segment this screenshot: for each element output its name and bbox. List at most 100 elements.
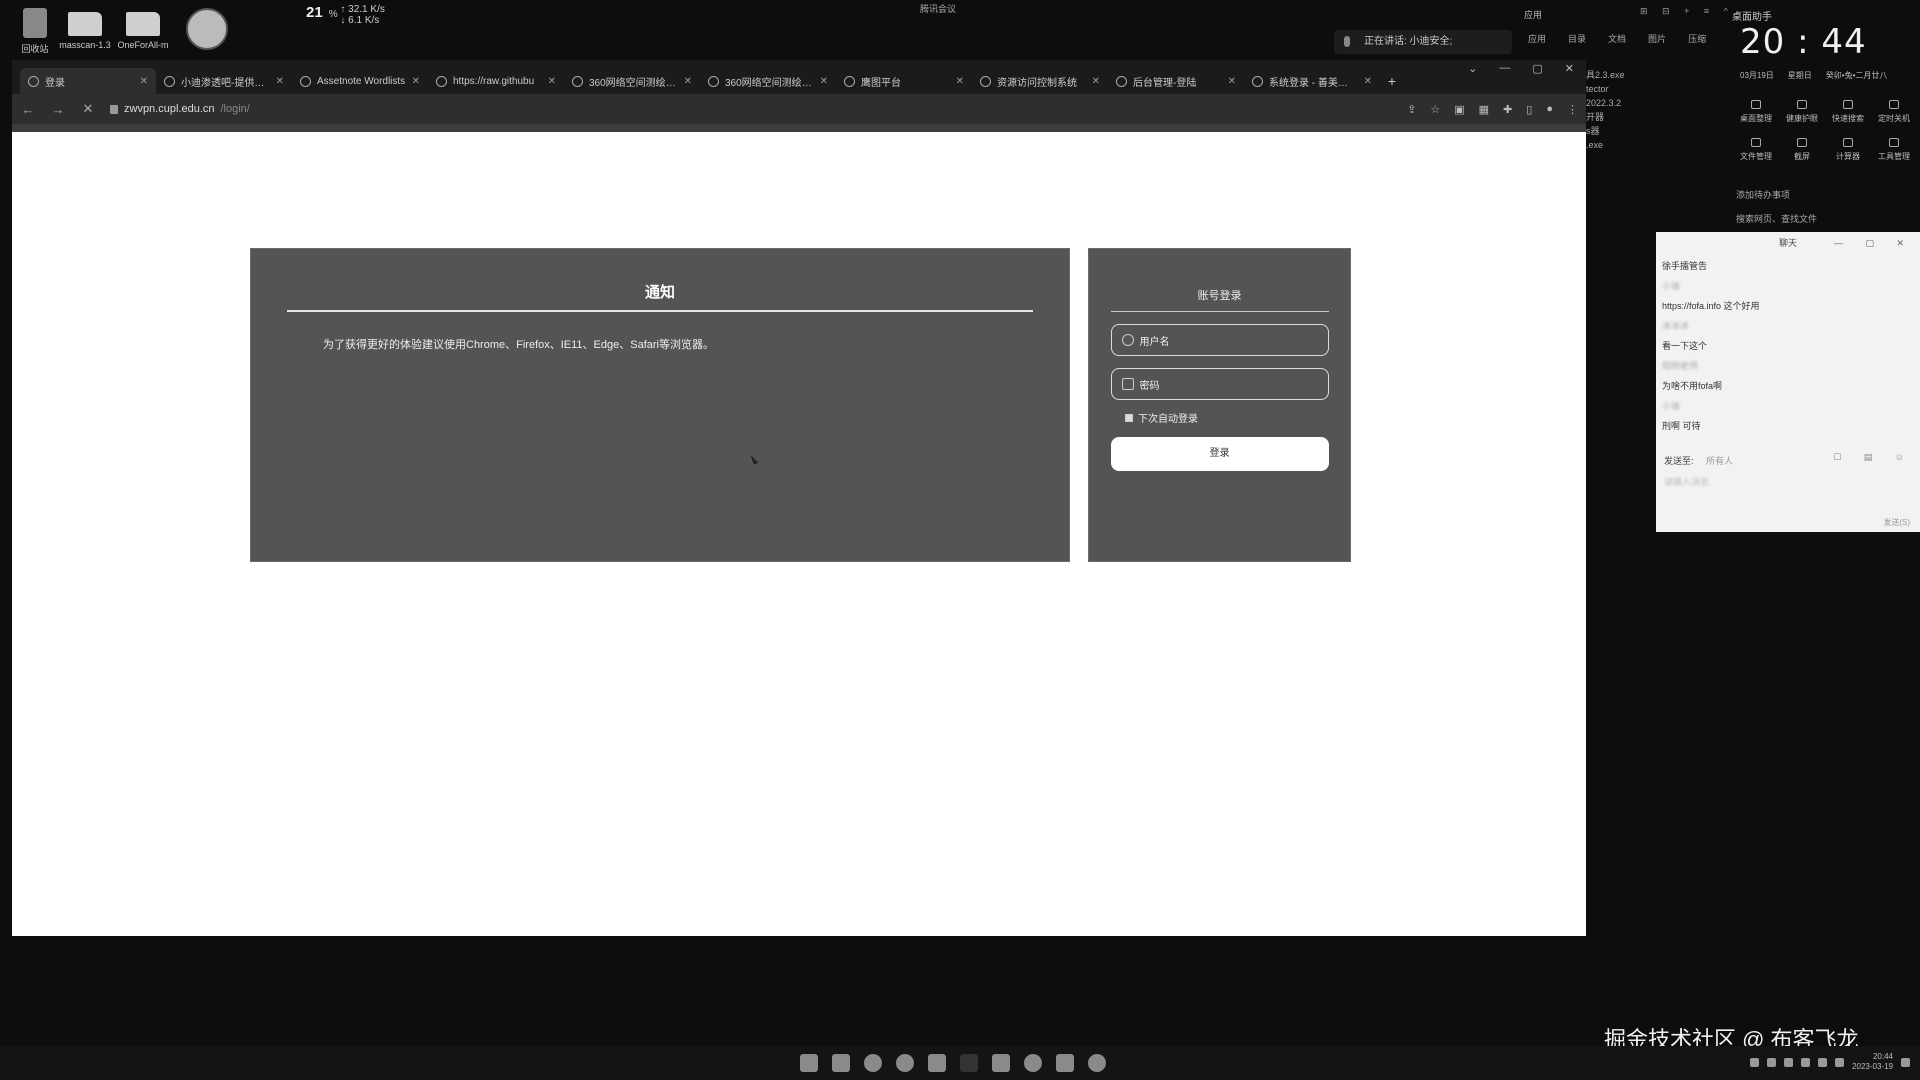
close-icon[interactable]: ✕ — [684, 76, 692, 87]
notification-icon[interactable] — [1901, 1057, 1910, 1067]
volume-icon[interactable] — [1835, 1057, 1845, 1067]
search-files-link[interactable]: 搜索网页、查找文件 — [1736, 212, 1817, 225]
close-icon[interactable]: ✕ — [1364, 76, 1372, 87]
new-tab-button[interactable]: + — [1380, 68, 1404, 94]
tool-eye-care[interactable]: 健康护眼 — [1784, 100, 1820, 124]
tab-label: 360网络空间测绘 — — [589, 77, 678, 89]
chat-message: 徐手擂管告 — [1662, 261, 1708, 271]
search-icon — [1843, 100, 1853, 109]
send-button[interactable]: 发送(S) — [1883, 517, 1910, 528]
side-line: tector — [1586, 84, 1609, 94]
photos-icon[interactable] — [992, 1054, 1010, 1072]
close-icon[interactable]: ✕ — [276, 76, 284, 87]
tray-icon[interactable] — [1784, 1057, 1794, 1067]
chat-messages: 徐手擂管告 小迪 https://fofa.info 这个好用 冰冰冰 看一下这… — [1656, 254, 1920, 438]
receiver-select[interactable]: 所有人 — [1706, 456, 1733, 466]
settings-icon[interactable] — [1088, 1054, 1106, 1072]
tab-admin-login[interactable]: 后台管理-登陆 ✕ — [1108, 68, 1244, 94]
tab-login[interactable]: 登录 ✕ — [20, 68, 156, 94]
login-button[interactable]: 登录 — [1110, 437, 1329, 471]
taskbar-clock[interactable]: 20:44 2023-03-19 — [1852, 1052, 1893, 1072]
tab-360-quake-2[interactable]: 360网络空间测绘 — ✕ — [700, 68, 836, 94]
page-icon — [300, 75, 311, 87]
extension-icon[interactable]: ▣ — [1454, 103, 1464, 116]
password-field[interactable]: 密码 — [1110, 368, 1329, 400]
category-item[interactable]: 文档 — [1608, 32, 1626, 45]
tab-system-login[interactable]: 系统登录 - 善美商城 ✕ — [1244, 68, 1380, 94]
chat-send-to[interactable]: 发送至: 所有人 请输入消息 — [1664, 454, 1733, 488]
chrome-icon[interactable] — [896, 1054, 914, 1072]
tool-quick-search[interactable]: 快速搜索 — [1830, 100, 1866, 124]
tool-calculator[interactable]: 计算器 — [1830, 138, 1866, 162]
side-line: 具2.3.exe — [1586, 70, 1625, 80]
app-icon[interactable] — [960, 1054, 978, 1072]
tab-assetnote[interactable]: Assetnote Wordlists ✕ — [292, 68, 428, 94]
forward-icon[interactable]: → — [50, 102, 66, 117]
app-icon[interactable] — [928, 1054, 946, 1072]
share-icon[interactable]: ⇪ — [1407, 103, 1416, 116]
minimize-icon[interactable]: — — [1499, 62, 1510, 75]
category-item[interactable]: 压缩 — [1688, 32, 1706, 45]
network-icon[interactable] — [1818, 1057, 1828, 1067]
chat-window-controls[interactable]: — ▢ ✕ — [1834, 232, 1914, 254]
tool-desktop-organize[interactable]: 桌面整理 — [1738, 100, 1774, 124]
close-icon[interactable]: ✕ — [1092, 76, 1100, 87]
edge-icon[interactable] — [864, 1054, 882, 1072]
tray-icon[interactable] — [1767, 1057, 1777, 1067]
tool-timed-shutdown[interactable]: 定时关机 — [1876, 100, 1912, 124]
tray-icon[interactable] — [1750, 1057, 1760, 1067]
close-icon[interactable]: ✕ — [1228, 76, 1236, 87]
oneforall-folder-icon[interactable]: OneForAll-m — [108, 8, 178, 50]
browser-icon[interactable] — [1024, 1054, 1042, 1072]
username-field[interactable]: 用户名 — [1110, 324, 1329, 356]
tab-github-raw[interactable]: https://raw.githubu ✕ — [428, 68, 564, 94]
remember-checkbox[interactable] — [1125, 413, 1133, 422]
chat-input[interactable]: 请输入消息 — [1664, 475, 1733, 488]
close-window-icon[interactable]: ✕ — [1565, 62, 1574, 75]
menu-icon[interactable]: ⋮ — [1567, 103, 1578, 116]
file-explorer-icon[interactable] — [832, 1054, 850, 1072]
qr-icon[interactable]: ▦ — [1479, 103, 1489, 116]
close-icon[interactable]: ✕ — [140, 76, 148, 87]
tool-screenshot[interactable]: 截屏 — [1784, 138, 1820, 162]
top-window-controls[interactable]: ⊞ ⊟ + ≡ ^ — [1640, 6, 1734, 17]
maximize-icon[interactable]: ▢ — [1532, 62, 1542, 75]
close-icon[interactable]: ✕ — [956, 76, 964, 87]
profile-icon[interactable]: ● — [1546, 103, 1553, 116]
taskbar: 20:44 2023-03-19 — [0, 1046, 1920, 1080]
category-item[interactable]: 应用 — [1528, 32, 1546, 45]
back-icon[interactable]: ← — [20, 102, 36, 117]
user-avatar-icon[interactable] — [172, 8, 242, 54]
notepad-icon[interactable] — [1056, 1054, 1074, 1072]
category-item[interactable]: 图片 — [1648, 32, 1666, 45]
tool-label: 计算器 — [1836, 152, 1860, 161]
category-item[interactable]: 目录 — [1568, 32, 1586, 45]
tray-icon[interactable] — [1801, 1057, 1811, 1067]
tab-search-icon[interactable]: ⌄ — [1468, 62, 1477, 75]
start-menu-icon[interactable] — [800, 1054, 818, 1072]
toolbar-icons: ⇪ ☆ ▣ ▦ ✚ ▯ ● ⋮ — [1407, 103, 1578, 116]
tab-360-quake-1[interactable]: 360网络空间测绘 — ✕ — [564, 68, 700, 94]
star-icon[interactable]: ☆ — [1430, 103, 1440, 116]
puzzle-icon[interactable]: ✚ — [1503, 103, 1512, 116]
tab-label: https://raw.githubu — [453, 75, 535, 87]
tool-file-manager[interactable]: 文件管理 — [1738, 138, 1774, 162]
chat-window: 聊天 — ▢ ✕ 徐手擂管告 小迪 https://fofa.info 这个好用… — [1656, 232, 1920, 532]
chat-message: 看一下这个 — [1662, 341, 1708, 351]
tab-hunter[interactable]: 鹰图平台 ✕ — [836, 68, 972, 94]
tool-label: 工具管理 — [1878, 152, 1910, 161]
tab-access-control[interactable]: 资源访问控制系统 ✕ — [972, 68, 1108, 94]
close-icon[interactable]: ✕ — [548, 76, 556, 87]
remember-me[interactable]: 下次自动登录 — [1125, 410, 1350, 425]
app-menu-label[interactable]: 应用 — [1524, 8, 1542, 21]
sidebar-icon[interactable]: ▯ — [1526, 103, 1532, 116]
address-bar[interactable]: zwvpn.cupl.edu.cn/login/ — [110, 103, 1393, 115]
stop-loading-icon[interactable]: ✕ — [80, 101, 96, 117]
tool-manage[interactable]: 工具管理 — [1876, 138, 1912, 162]
tab-xiaodi[interactable]: 小迪渗透吧-提供最专 ✕ — [156, 68, 292, 94]
close-icon[interactable]: ✕ — [820, 76, 828, 87]
chat-tools[interactable]: ☐ ▤ ☺ — [1833, 452, 1914, 463]
add-todo-link[interactable]: 添加待办事项 — [1736, 188, 1790, 201]
close-icon[interactable]: ✕ — [412, 76, 420, 87]
tab-label: 系统登录 - 善美商城 — [1269, 77, 1358, 89]
